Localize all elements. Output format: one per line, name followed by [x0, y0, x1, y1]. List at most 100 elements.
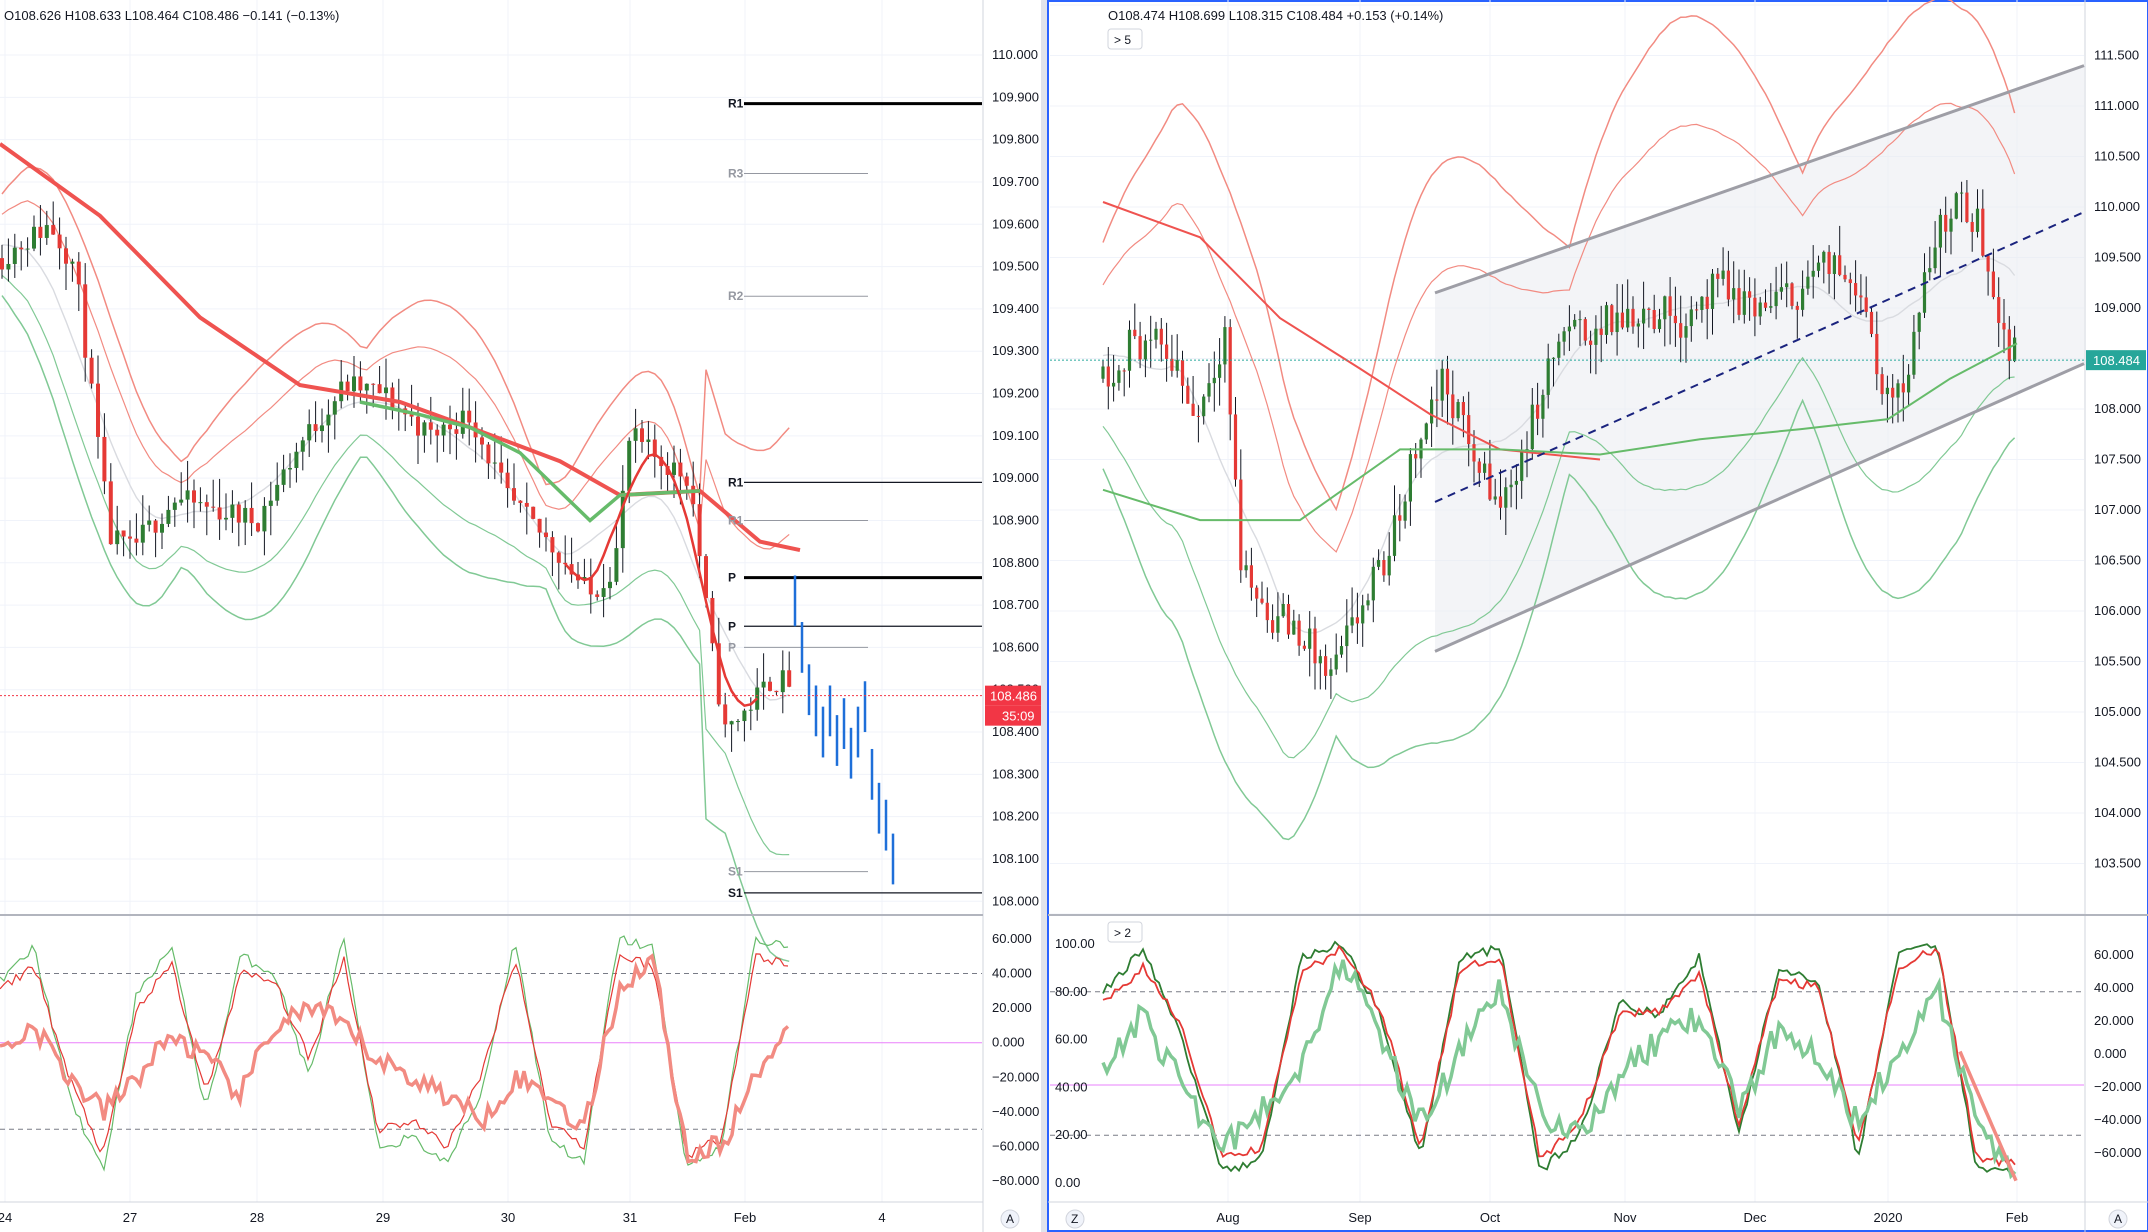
candle-body [1456, 402, 1460, 419]
candle-body [1795, 305, 1799, 310]
pivot-label: S1 [728, 886, 743, 900]
candle-body [1827, 251, 1831, 274]
osc-left-tick-label: 60.00 [1055, 1032, 1088, 1047]
price-tick-label: 109.900 [992, 89, 1039, 104]
candle-body [1610, 305, 1614, 333]
price-tick-label: 107.500 [2094, 452, 2141, 467]
chart-divider[interactable] [1041, 0, 1047, 1232]
candle-body [480, 437, 484, 445]
right-auto-scale-button[interactable]: A [2114, 1212, 2122, 1226]
time-tick-label: 4 [878, 1210, 885, 1225]
price-tick-label: 108.700 [992, 597, 1039, 612]
price-tick-label: 104.500 [2094, 755, 2141, 770]
time-tick-label: Aug [1216, 1210, 1239, 1225]
candle-body [1520, 451, 1524, 481]
candle-body [2013, 337, 2017, 362]
candle-body [486, 444, 491, 464]
candle-body [448, 424, 452, 430]
candle-body [1207, 383, 1211, 397]
price-tick-label: 109.700 [992, 174, 1039, 189]
candle-body [1435, 399, 1439, 401]
candle-body [1445, 368, 1450, 395]
indicators-toggle-button[interactable]: > 5 [1114, 33, 1131, 47]
candle-body [1541, 394, 1545, 419]
candle-body [1912, 331, 1916, 375]
osc-right-tick-label: 40.000 [2094, 980, 2134, 995]
candle-body [1218, 364, 1222, 378]
price-tick-label: 108.000 [992, 893, 1039, 908]
candle-body [140, 524, 145, 543]
candle-body [595, 594, 600, 597]
osc-left-tick-label: 100.00 [1055, 936, 1095, 951]
candle-body [640, 428, 644, 442]
candle-body [12, 247, 17, 264]
candle-body [1477, 461, 1481, 473]
pivot-label: S1 [728, 865, 743, 879]
osc-tick-label: 20.000 [992, 1000, 1032, 1015]
time-tick-label: Feb [734, 1210, 756, 1225]
pivot-label: R3 [728, 166, 744, 180]
candle-body [1631, 308, 1635, 327]
left-auto-scale-button[interactable]: A [1006, 1212, 1014, 1226]
candle-body [787, 670, 792, 687]
candle-body [1573, 319, 1577, 327]
candle-body [1684, 326, 1688, 338]
candle-body [1249, 565, 1253, 588]
candle-body [1451, 394, 1455, 419]
right-zoom-button[interactable]: Z [1071, 1212, 1078, 1226]
candle-body [1663, 296, 1667, 320]
price-tick-label: 107.000 [2094, 502, 2141, 517]
candle-body [1175, 360, 1179, 371]
candle-body [108, 481, 113, 545]
osc-right-tick-label: −40.000 [2094, 1112, 2141, 1127]
candle-body [1260, 598, 1264, 603]
candle-body [1636, 323, 1640, 327]
candle-body [1339, 646, 1344, 655]
candle-body [1763, 302, 1768, 308]
candle-body [390, 387, 395, 409]
candle-body [1779, 287, 1783, 292]
candle-body [1509, 484, 1513, 488]
candle-body [294, 451, 299, 468]
candle-body [1133, 329, 1137, 337]
candle-body [172, 502, 177, 510]
candle-body [1726, 270, 1730, 300]
candle-body [1689, 309, 1693, 327]
candle-body [1493, 496, 1497, 500]
price-tick-label: 108.900 [992, 512, 1039, 527]
candle-body [1774, 291, 1778, 307]
candle-body [1244, 565, 1248, 571]
price-tick-label: 110.000 [2094, 199, 2140, 214]
oscillator-toggle-button[interactable]: > 2 [1114, 926, 1131, 940]
price-tick-label: 108.100 [992, 851, 1039, 866]
candle-body [1504, 487, 1508, 508]
candle-body [1467, 415, 1471, 445]
candle-body [505, 472, 510, 489]
candle-body [358, 376, 363, 391]
candle-body [620, 490, 625, 549]
candle-body [1313, 628, 1317, 664]
candle-body [1180, 360, 1185, 386]
candle-body [364, 383, 369, 391]
candle-body [1578, 319, 1582, 321]
candle-body [691, 485, 696, 505]
candle-body [211, 506, 216, 508]
time-tick-label: 28 [250, 1210, 264, 1225]
pivot-label: R1 [728, 97, 744, 111]
candle-body [1551, 357, 1556, 359]
price-tick-label: 109.500 [2094, 250, 2141, 265]
candle-body [121, 530, 126, 537]
candle-body [1281, 604, 1285, 617]
candle-body [147, 520, 152, 525]
candle-body [1748, 291, 1752, 298]
candle-body [1440, 368, 1444, 401]
price-tick-label: 109.800 [992, 132, 1039, 147]
candle-body [76, 261, 81, 285]
candle-body [1891, 387, 1895, 398]
candle-body [1371, 566, 1375, 601]
candle-body [1896, 383, 1900, 398]
candle-body [25, 248, 30, 250]
candle-body [1880, 374, 1884, 395]
candle-body [1753, 297, 1757, 317]
right-last-price-label: 108.484 [2093, 353, 2140, 368]
